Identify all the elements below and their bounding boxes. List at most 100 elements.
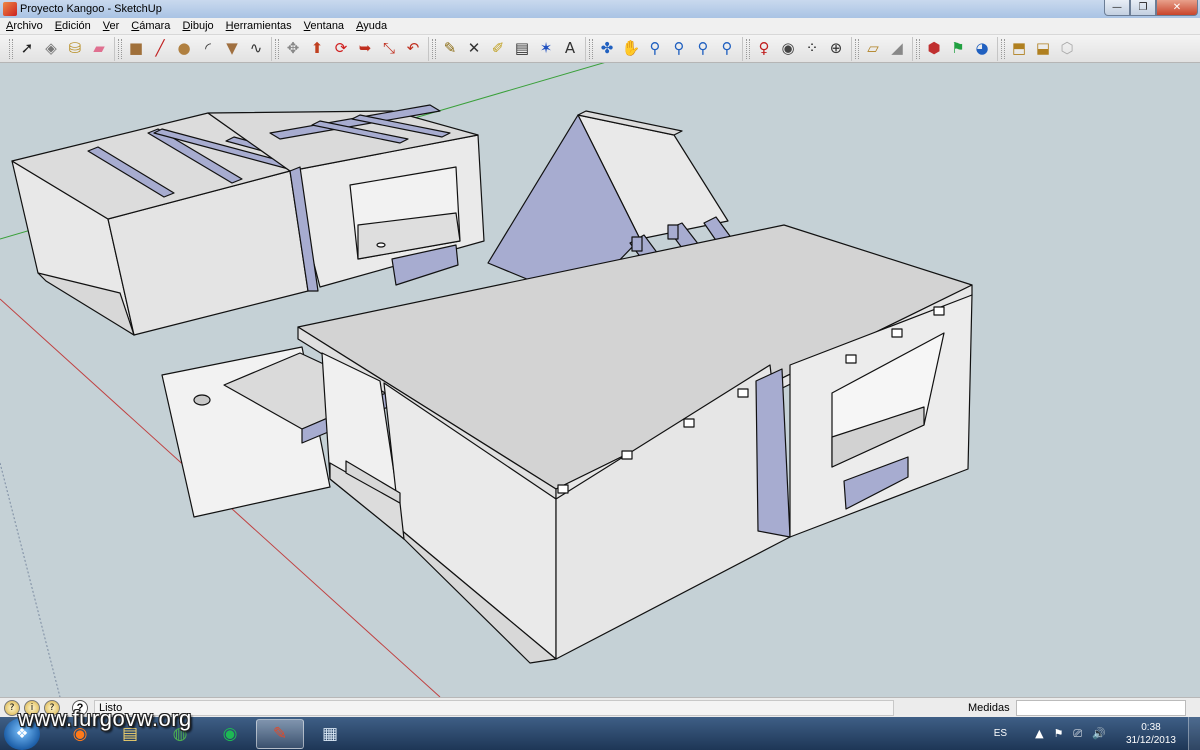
menu-dibujo[interactable]: Dibujo bbox=[176, 20, 219, 32]
select-tool-icon[interactable]: ➚ bbox=[15, 37, 39, 61]
network-icon[interactable]: ⎚ bbox=[1073, 727, 1082, 741]
toolbar-group: ♀ ◉ ⁘ ⊕ bbox=[742, 36, 851, 61]
drawing-viewport[interactable] bbox=[0, 63, 1200, 697]
walk-tool-icon[interactable]: ⁘ bbox=[800, 37, 824, 61]
toggle-terrain-tool-icon[interactable]: ◢ bbox=[885, 37, 909, 61]
clock-date: 31/12/2013 bbox=[1125, 734, 1176, 746]
menu-label-rest: erramientas bbox=[233, 20, 292, 32]
show-hidden-icons-icon[interactable]: ▲ bbox=[1035, 727, 1043, 740]
action-center-icon[interactable]: ⚑ bbox=[1054, 727, 1064, 740]
3d-warehouse-tool-icon[interactable]: ⬒ bbox=[1007, 37, 1031, 61]
taskbar-spotify-icon[interactable]: ◉ bbox=[206, 719, 254, 749]
toolbar-grip[interactable] bbox=[589, 38, 593, 59]
previous-view-tool-icon[interactable]: ⚲ bbox=[715, 37, 739, 61]
zoom-window-tool-icon[interactable]: ⚲ bbox=[667, 37, 691, 61]
close-button[interactable]: ✕ bbox=[1156, 0, 1198, 16]
scale-tool-icon[interactable]: ⤡ bbox=[377, 37, 401, 61]
extension-warehouse-tool-icon[interactable]: ⬡ bbox=[1055, 37, 1079, 61]
minimize-button[interactable]: — bbox=[1104, 0, 1130, 16]
polygon-tool-icon[interactable]: ▼ bbox=[220, 37, 244, 61]
zoom-tool-icon[interactable]: ⚲ bbox=[643, 37, 667, 61]
measurements-label: Medidas bbox=[968, 701, 1010, 714]
move-tool-icon[interactable]: ✥ bbox=[281, 37, 305, 61]
menu-mnemonic: V bbox=[102, 20, 110, 32]
circle-tool-icon[interactable]: ● bbox=[172, 37, 196, 61]
get-models-tool-icon[interactable]: ⬓ bbox=[1031, 37, 1055, 61]
status-message: Listo bbox=[94, 699, 894, 716]
menu-camara[interactable]: Cámara bbox=[125, 20, 176, 32]
menu-ver[interactable]: Ver bbox=[97, 20, 126, 32]
toolbar-grip[interactable] bbox=[432, 38, 436, 59]
window-title: Proyecto Kangoo - SketchUp bbox=[20, 3, 162, 15]
section-plane-tool-icon[interactable]: ⊕ bbox=[824, 37, 848, 61]
blue-axis bbox=[0, 462, 61, 697]
language-indicator[interactable]: ES bbox=[994, 728, 1007, 739]
google-earth-view-tool-icon[interactable]: ▱ bbox=[861, 37, 885, 61]
clock[interactable]: 0:38 31/12/2013 bbox=[1126, 721, 1176, 747]
toolbar-grip[interactable] bbox=[746, 38, 750, 59]
menu-herramientas[interactable]: Herramientas bbox=[220, 20, 298, 32]
zoom-extents-tool-icon[interactable]: ⚲ bbox=[691, 37, 715, 61]
menu-label-rest: ámara bbox=[139, 20, 171, 32]
rotate-tool-icon[interactable]: ⟳ bbox=[329, 37, 353, 61]
toolbar-grip[interactable] bbox=[9, 38, 13, 59]
photo-textures-tool-icon[interactable]: ⚑ bbox=[946, 37, 970, 61]
protractor-tool-icon[interactable]: ✐ bbox=[486, 37, 510, 61]
menu-label-rest: dición bbox=[62, 20, 91, 32]
menu-mnemonic: H bbox=[225, 20, 234, 32]
model-canvas[interactable] bbox=[0, 63, 1200, 697]
measurements-input[interactable] bbox=[1015, 699, 1186, 716]
taskbar-calculator-icon[interactable]: ▦ bbox=[306, 719, 354, 749]
menu-mnemonic: E bbox=[54, 20, 63, 32]
sketchup-app-icon[interactable] bbox=[3, 2, 17, 16]
main-toolbar: ➚ ◈ ⛁ ▰ ■ ╱ ● ◜ ▼ ∿ ✥ ⬆ ⟳ ➥ ⤡ ↶ ✎ ✕ ✐ ▤ ✶ A ✤ ✋ ⚲ ⚲ ⚲ ⚲ ♀ ◉ ⁘ ⊕ ▱ ◢ ⬢ ⚑ ◕ ⬒ ⬓ ⬡ bbox=[0, 35, 1200, 63]
freehand-tool-icon[interactable]: ∿ bbox=[244, 37, 268, 61]
menu-bar: Archivo Edición Ver Cámara Dibujo Herramienta… bbox=[0, 18, 1200, 35]
add-location-tool-icon[interactable]: ⬢ bbox=[922, 37, 946, 61]
clock-time: 0:38 bbox=[1141, 721, 1161, 733]
text-tool-icon[interactable]: ▤ bbox=[510, 37, 534, 61]
paint-bucket-tool-icon[interactable]: ⛁ bbox=[63, 37, 87, 61]
look-around-tool-icon[interactable]: ◉ bbox=[776, 37, 800, 61]
menu-ayuda[interactable]: Ayuda bbox=[350, 20, 393, 32]
show-desktop-button[interactable] bbox=[1188, 717, 1200, 750]
toolbar-group: ➚ ◈ ⛁ ▰ bbox=[6, 37, 114, 61]
menu-label-rest: er bbox=[109, 20, 120, 32]
front-cabinet[interactable] bbox=[297, 224, 973, 664]
component-tool-icon[interactable]: ◈ bbox=[39, 37, 63, 61]
back-cabinet[interactable] bbox=[11, 104, 485, 336]
volume-icon[interactable]: 🔊 bbox=[1092, 727, 1106, 740]
line-tool-icon[interactable]: ╱ bbox=[148, 37, 172, 61]
dimension-tool-icon[interactable]: ✕ bbox=[462, 37, 486, 61]
watermark-text: www.furgovw.org bbox=[18, 706, 192, 731]
menu-edicion[interactable]: Edición bbox=[49, 20, 97, 32]
toolbar-group: ⬒ ⬓ ⬡ bbox=[997, 36, 1082, 61]
system-tray: ES ▲ ⚑ ⎚ 🔊 0:38 31/12/2013 bbox=[994, 717, 1200, 750]
toolbar-grip[interactable] bbox=[275, 38, 279, 59]
toolbar-grip[interactable] bbox=[1001, 38, 1005, 59]
share-model-tool-icon[interactable]: ◕ bbox=[970, 37, 994, 61]
push-pull-tool-icon[interactable]: ⬆ bbox=[305, 37, 329, 61]
menu-ventana[interactable]: Ventana bbox=[298, 20, 350, 32]
orbit-tool-icon[interactable]: ✤ bbox=[595, 37, 619, 61]
menu-archivo[interactable]: Archivo bbox=[0, 20, 49, 32]
eraser-tool-icon[interactable]: ▰ bbox=[87, 37, 111, 61]
axes-tool-icon[interactable]: ✶ bbox=[534, 37, 558, 61]
toolbar-grip[interactable] bbox=[118, 38, 122, 59]
menu-label-rest: rchivo bbox=[13, 20, 43, 32]
rectangle-tool-icon[interactable]: ■ bbox=[124, 37, 148, 61]
tape-measure-tool-icon[interactable]: ✎ bbox=[438, 37, 462, 61]
menu-label-rest: entana bbox=[310, 20, 345, 32]
toolbar-group: ✎ ✕ ✐ ▤ ✶ A bbox=[428, 36, 585, 61]
3d-text-tool-icon[interactable]: A bbox=[558, 37, 582, 61]
toolbar-group: ✤ ✋ ⚲ ⚲ ⚲ ⚲ bbox=[585, 36, 742, 61]
taskbar-sketchup-icon[interactable]: ✎ bbox=[256, 718, 304, 749]
follow-me-tool-icon[interactable]: ➥ bbox=[353, 37, 377, 61]
toolbar-grip[interactable] bbox=[916, 38, 920, 59]
arc-tool-icon[interactable]: ◜ bbox=[196, 37, 220, 61]
offset-tool-icon[interactable]: ↶ bbox=[401, 37, 425, 61]
toolbar-grip[interactable] bbox=[855, 38, 859, 59]
position-camera-tool-icon[interactable]: ♀ bbox=[752, 37, 776, 61]
maximize-button[interactable]: ❐ bbox=[1130, 0, 1156, 16]
pan-tool-icon[interactable]: ✋ bbox=[619, 37, 643, 61]
